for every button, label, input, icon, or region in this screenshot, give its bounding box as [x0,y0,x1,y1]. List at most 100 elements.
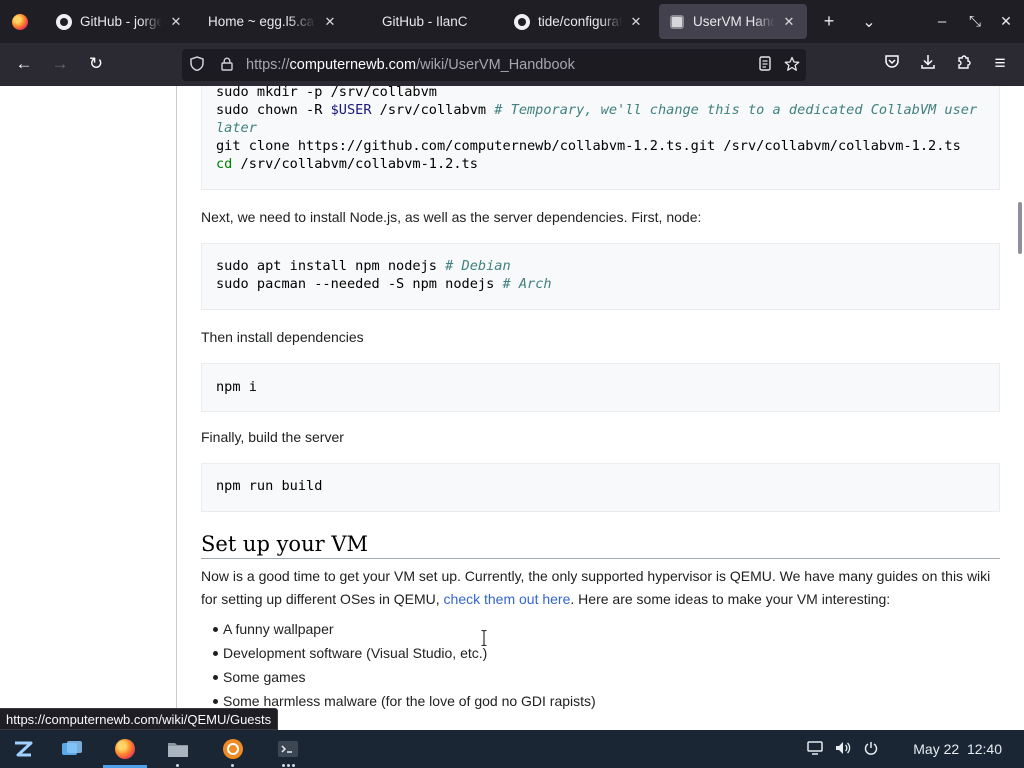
url-bar[interactable]: https://computernewb.com/wiki/UserVM_Han… [182,49,806,81]
window-close-button[interactable]: ✕ [990,4,1022,39]
code-token: sudo chown -R [216,102,331,118]
pocket-icon [884,54,900,74]
code-token: npm i [216,379,257,395]
list-tabs-button[interactable]: ⌄ [853,4,885,39]
url-host: computernewb.com [289,57,417,73]
url-scheme: https:// [246,57,290,73]
tab-uservm-handbook[interactable]: UserVM Handb ✕ [659,4,807,39]
tab-egg-home[interactable]: Home ~ egg.l5.ca ✕ [198,4,348,39]
paragraph-install-node: Next, we need to install Node.js, as wel… [201,209,702,225]
code-token: $USER [330,102,372,118]
firefox-icon[interactable] [103,730,147,768]
wiki-icon [669,14,685,30]
tab-github-ilanc[interactable]: GitHub - IlanC [372,4,500,39]
restore-button[interactable]: ⤡ [959,4,991,39]
code-line: npm i [216,379,257,395]
tab-title: UserVM Handb [693,14,775,29]
display-icon[interactable] [801,740,829,758]
tab-bar: GitHub - jorge ✕ Home ~ egg.l5.ca ✕ GitH… [0,0,1024,43]
downloads-button[interactable] [912,48,944,80]
app-menu-button[interactable]: ≡ [984,48,1016,80]
paragraph-vm-text-end: . Here are some ideas to make your VM in… [570,591,891,607]
code-line: git clone https://github.com/computernew… [216,138,961,154]
firefox-view-button[interactable] [0,0,40,43]
tab-title: GitHub - IlanC [382,14,468,29]
tab-title: Home ~ egg.l5.ca [208,14,315,29]
taskbar: May 22 12:40 [0,730,1024,768]
code-line: sudo mkdir -p /srv/collabvm [216,86,437,100]
tab-title: GitHub - jorge [80,14,162,29]
clock-date: May 22 [913,741,960,757]
code-token: # Debian [445,258,511,274]
link-status-tooltip: https://computernewb.com/wiki/QEMU/Guest… [0,708,279,730]
code-block-build: npm run build [201,463,1000,512]
code-block-node: sudo apt install npm nodejs # Debian sud… [201,243,1000,310]
code-block-npm-install: npm i [201,363,1000,412]
files-icon[interactable] [158,730,198,768]
firefox-icon [12,13,28,30]
code-line: sudo chown -R $USER /srv/collabvm # Temp… [216,102,985,136]
pocket-button[interactable] [876,48,908,80]
list-item: Some games [201,665,1000,689]
url-actions [758,49,800,81]
code-token: sudo apt install npm nodejs [216,258,446,274]
shield-icon[interactable] [182,56,212,74]
wiki-sidebar [0,86,177,728]
code-token: cd [216,156,233,172]
clock[interactable]: May 22 12:40 [913,741,1002,757]
close-icon[interactable]: ✕ [781,14,797,30]
qemu-guides-link[interactable]: check them out here [444,591,571,607]
extensions-button[interactable] [948,48,980,80]
page-viewport: sudo mkdir -p /srv/collabvm sudo chown -… [0,86,1024,728]
article-content: sudo mkdir -p /srv/collabvm sudo chown -… [201,86,1000,713]
tab-title: tide/configurat [538,14,622,29]
code-token: # Arch [502,276,552,292]
download-icon [920,54,936,75]
app-menu-icon[interactable] [3,730,43,768]
code-line: npm run build [216,478,322,494]
code-token: sudo mkdir -p /srv/collabvm [216,86,437,100]
system-tray: May 22 12:40 [801,730,1024,768]
new-tab-button[interactable]: + [813,4,845,39]
github-icon [514,13,530,30]
back-button[interactable]: ← [8,48,40,80]
page-scrollbar[interactable] [1016,86,1024,728]
workspaces-icon[interactable] [52,730,92,768]
list-item: A funny wallpaper [201,617,1000,641]
minimize-button[interactable]: – [926,4,958,39]
scrollbar-thumb[interactable] [1018,202,1022,254]
paragraph-build: Finally, build the server [201,429,344,445]
forward-button[interactable]: → [44,48,76,80]
tab-tide-configuration[interactable]: tide/configurat ✕ [504,4,654,39]
volume-icon[interactable] [829,741,857,758]
bookmark-star-icon[interactable] [784,56,800,75]
code-token: /srv/collabvm [371,102,495,118]
url-path: /wiki/UserVM_Handbook [416,57,575,73]
code-token: sudo pacman --needed -S npm nodejs [216,276,503,292]
github-icon [56,13,72,30]
reader-view-icon[interactable] [758,56,772,74]
code-token: git clone https://github.com/computernew… [216,138,961,154]
paragraph-vm: Now is a good time to get your VM set up… [201,565,1000,611]
code-line: sudo pacman --needed -S npm nodejs # Arc… [216,276,552,292]
lock-icon[interactable] [212,57,242,74]
list-item: Development software (Visual Studio, etc… [201,641,1000,665]
power-icon[interactable] [857,741,885,758]
puzzle-icon [956,54,972,75]
code-token: /srv/collabvm/collabvm-1.2.ts [232,156,478,172]
text-cursor-icon [481,629,487,647]
reload-button[interactable]: ↻ [80,48,112,80]
paragraph-install-deps: Then install dependencies [201,329,364,345]
url-text[interactable]: https://computernewb.com/wiki/UserVM_Han… [246,57,575,73]
close-icon[interactable]: ✕ [628,14,644,30]
code-line: sudo apt install npm nodejs # Debian [216,258,511,274]
software-icon[interactable] [213,730,253,768]
code-line: cd /srv/collabvm/collabvm-1.2.ts [216,156,478,172]
tab-github-jorge[interactable]: GitHub - jorge ✕ [46,4,194,39]
clock-time: 12:40 [966,741,1002,757]
close-icon[interactable]: ✕ [168,14,184,30]
vm-ideas-list: A funny wallpaper Development software (… [201,617,1000,713]
list-item: Some harmless malware (for the love of g… [201,689,1000,713]
close-icon[interactable]: ✕ [322,14,338,30]
terminal-icon[interactable] [268,730,308,768]
